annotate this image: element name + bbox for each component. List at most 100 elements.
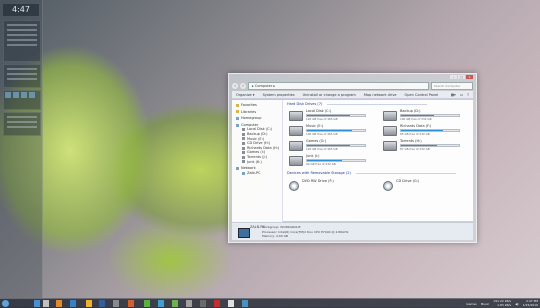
removable-group-header[interactable]: Devices with Removable Storage (2) <box>287 171 456 176</box>
taskbar-app-icon[interactable] <box>200 300 206 307</box>
usage-bar <box>306 144 366 147</box>
organize-button[interactable]: Organize ▾ <box>236 93 255 97</box>
dvd-drive-icon <box>289 181 299 191</box>
drive-icon <box>242 155 245 159</box>
back-button[interactable]: ‹ <box>232 82 238 89</box>
address-bar[interactable]: ▸ Computer ▸ <box>248 81 429 90</box>
drive-tile[interactable]: Music (E:) 100 GB free of 465 GB <box>289 124 369 136</box>
homegroup-icon <box>236 116 239 120</box>
drive-tile[interactable]: CD Drive (G:) <box>383 179 463 191</box>
close-button[interactable]: × <box>466 75 473 79</box>
cd-icon <box>242 141 245 145</box>
library-icon <box>236 110 239 114</box>
usage-bar <box>400 129 460 132</box>
taskbar-app-icon[interactable] <box>158 300 164 307</box>
taskbar-app-icon[interactable] <box>99 300 105 307</box>
nav-item-zalb-pc[interactable]: Zalb-PC <box>232 171 282 176</box>
network-icon <box>236 166 239 170</box>
start-button[interactable] <box>2 300 9 307</box>
drive-tile[interactable]: DVD RW Drive (F:) <box>289 179 369 191</box>
hard-disk-icon <box>383 111 397 121</box>
help-icon[interactable]: ? <box>467 93 469 97</box>
network-meter-gadget <box>3 64 41 88</box>
workgroup-text: Workgroup: WORKGROUP <box>262 225 301 229</box>
taskbar-app-icon[interactable] <box>70 300 76 307</box>
drive-icon <box>242 146 245 150</box>
nav-item-homegroup[interactable]: Homegroup <box>232 116 282 121</box>
taskbar-app-icon[interactable] <box>86 300 92 307</box>
drive-icon <box>242 128 245 132</box>
preview-pane-icon[interactable]: ▭ <box>460 93 463 97</box>
taskbar-app-icon[interactable] <box>242 300 248 307</box>
drive-icon <box>242 151 245 155</box>
hard-disk-icon <box>383 126 397 136</box>
drive-tile[interactable]: Torrents (H:) 87 GB free of 232 GB <box>383 139 463 151</box>
taskbar-app-icon[interactable] <box>214 300 220 307</box>
system-properties-button[interactable]: System properties <box>263 93 295 97</box>
taskbar-app-icon[interactable] <box>186 300 192 307</box>
computer-icon <box>238 228 250 238</box>
drive-icon <box>242 137 245 141</box>
star-icon <box>236 103 239 107</box>
clock-gadget: 4:47 <box>3 4 39 16</box>
volume-icon[interactable]: ◀) <box>515 302 518 306</box>
taskbar-app-icon[interactable] <box>56 300 62 307</box>
drive-tile[interactable]: Local Disk (C:) 120 GB free of 465 GB <box>289 109 369 121</box>
search-input[interactable]: Search Computer <box>431 81 473 90</box>
usage-bar <box>306 114 366 117</box>
tray-clock[interactable]: 4:47 PM 1/25/2010 <box>523 299 538 307</box>
usage-bar <box>306 159 366 162</box>
computer-icon <box>236 123 239 127</box>
address-bar-row: ‹ › ▸ Computer ▸ Search Computer <box>232 81 473 90</box>
processor-text: Processor: Intel(R) Core(TM)2 Duo CPU E7… <box>262 229 349 234</box>
hard-disk-icon <box>383 141 397 151</box>
memory-text: Memory: 4.00 GB <box>262 234 288 238</box>
taskbar-app-icon[interactable] <box>172 300 178 307</box>
taskbar-explorer-icon[interactable] <box>34 300 40 307</box>
hdd-group-header[interactable]: Hard Disk Drives (7) <box>287 102 427 107</box>
command-bar: Organize ▾ System properties Uninstall o… <box>232 91 473 99</box>
cd-drive-icon <box>383 181 393 191</box>
taskbar-app-icon[interactable] <box>113 300 119 307</box>
open-control-panel-button[interactable]: Open Control Panel <box>405 93 439 97</box>
usage-bar <box>306 129 366 132</box>
map-network-drive-button[interactable]: Map network drive <box>364 93 397 97</box>
drive-icon <box>242 160 245 164</box>
taskbar-app-icon[interactable] <box>144 300 150 307</box>
hard-disk-icon <box>289 111 303 121</box>
view-options-icon[interactable]: ▦▾ <box>451 93 456 97</box>
drive-tile[interactable]: Backup (D:) 100 GB free of 232 GB <box>383 109 463 121</box>
hard-disk-icon <box>289 126 303 136</box>
tray-games-label[interactable]: Games <box>466 302 477 306</box>
usage-bar <box>400 114 460 117</box>
details-pane: ZALB-PC Workgroup: WORKGROUP Processor: … <box>232 222 473 240</box>
drive-icon <box>242 132 245 136</box>
nav-item-libraries[interactable]: Libraries <box>232 110 282 115</box>
taskbar-app-icon[interactable] <box>128 300 134 307</box>
taskbar-app-icon[interactable] <box>228 300 234 307</box>
cpu-meter-gadget <box>3 20 41 62</box>
forward-button[interactable]: › <box>240 82 246 89</box>
computer-icon <box>242 171 245 175</box>
navigation-pane: Favorites Libraries Homegroup Computer L… <box>232 100 283 224</box>
explorer-window: – □ × ‹ › ▸ Computer ▸ Search Computer O… <box>228 73 477 243</box>
nav-item-junk[interactable]: Junk (K:) <box>232 160 282 165</box>
drives-view: Hard Disk Drives (7) Local Disk (C:) 120… <box>283 100 473 221</box>
hard-disk-icon <box>289 156 303 166</box>
calendar-gadget <box>3 112 41 136</box>
maximize-button[interactable]: □ <box>458 75 465 79</box>
title-bar[interactable]: – □ × <box>229 74 476 81</box>
uninstall-program-button[interactable]: Uninstall or change a program <box>303 93 356 97</box>
drive-tile[interactable]: Games (G:) 120 GB free of 465 GB <box>289 139 369 151</box>
drive-tile[interactable]: Richards Data (F:) 65 GB free of 232 GB <box>383 124 463 136</box>
nav-item-favorites[interactable]: Favorites <box>232 103 282 108</box>
drive-tile[interactable]: Junk (I:) 90 GB free of 232 GB <box>289 154 369 166</box>
network-speed: 191.22 kB/s 1.83 kB/s <box>493 299 512 307</box>
gadget-sidebar: 4:47 <box>0 0 43 298</box>
tray-music-label[interactable]: Music <box>481 302 490 306</box>
taskbar-app-icon[interactable] <box>43 300 49 307</box>
minimize-button[interactable]: – <box>450 75 457 79</box>
hard-disk-icon <box>289 141 303 151</box>
drive-meter-gadget <box>3 90 41 110</box>
usage-bar <box>400 144 460 147</box>
